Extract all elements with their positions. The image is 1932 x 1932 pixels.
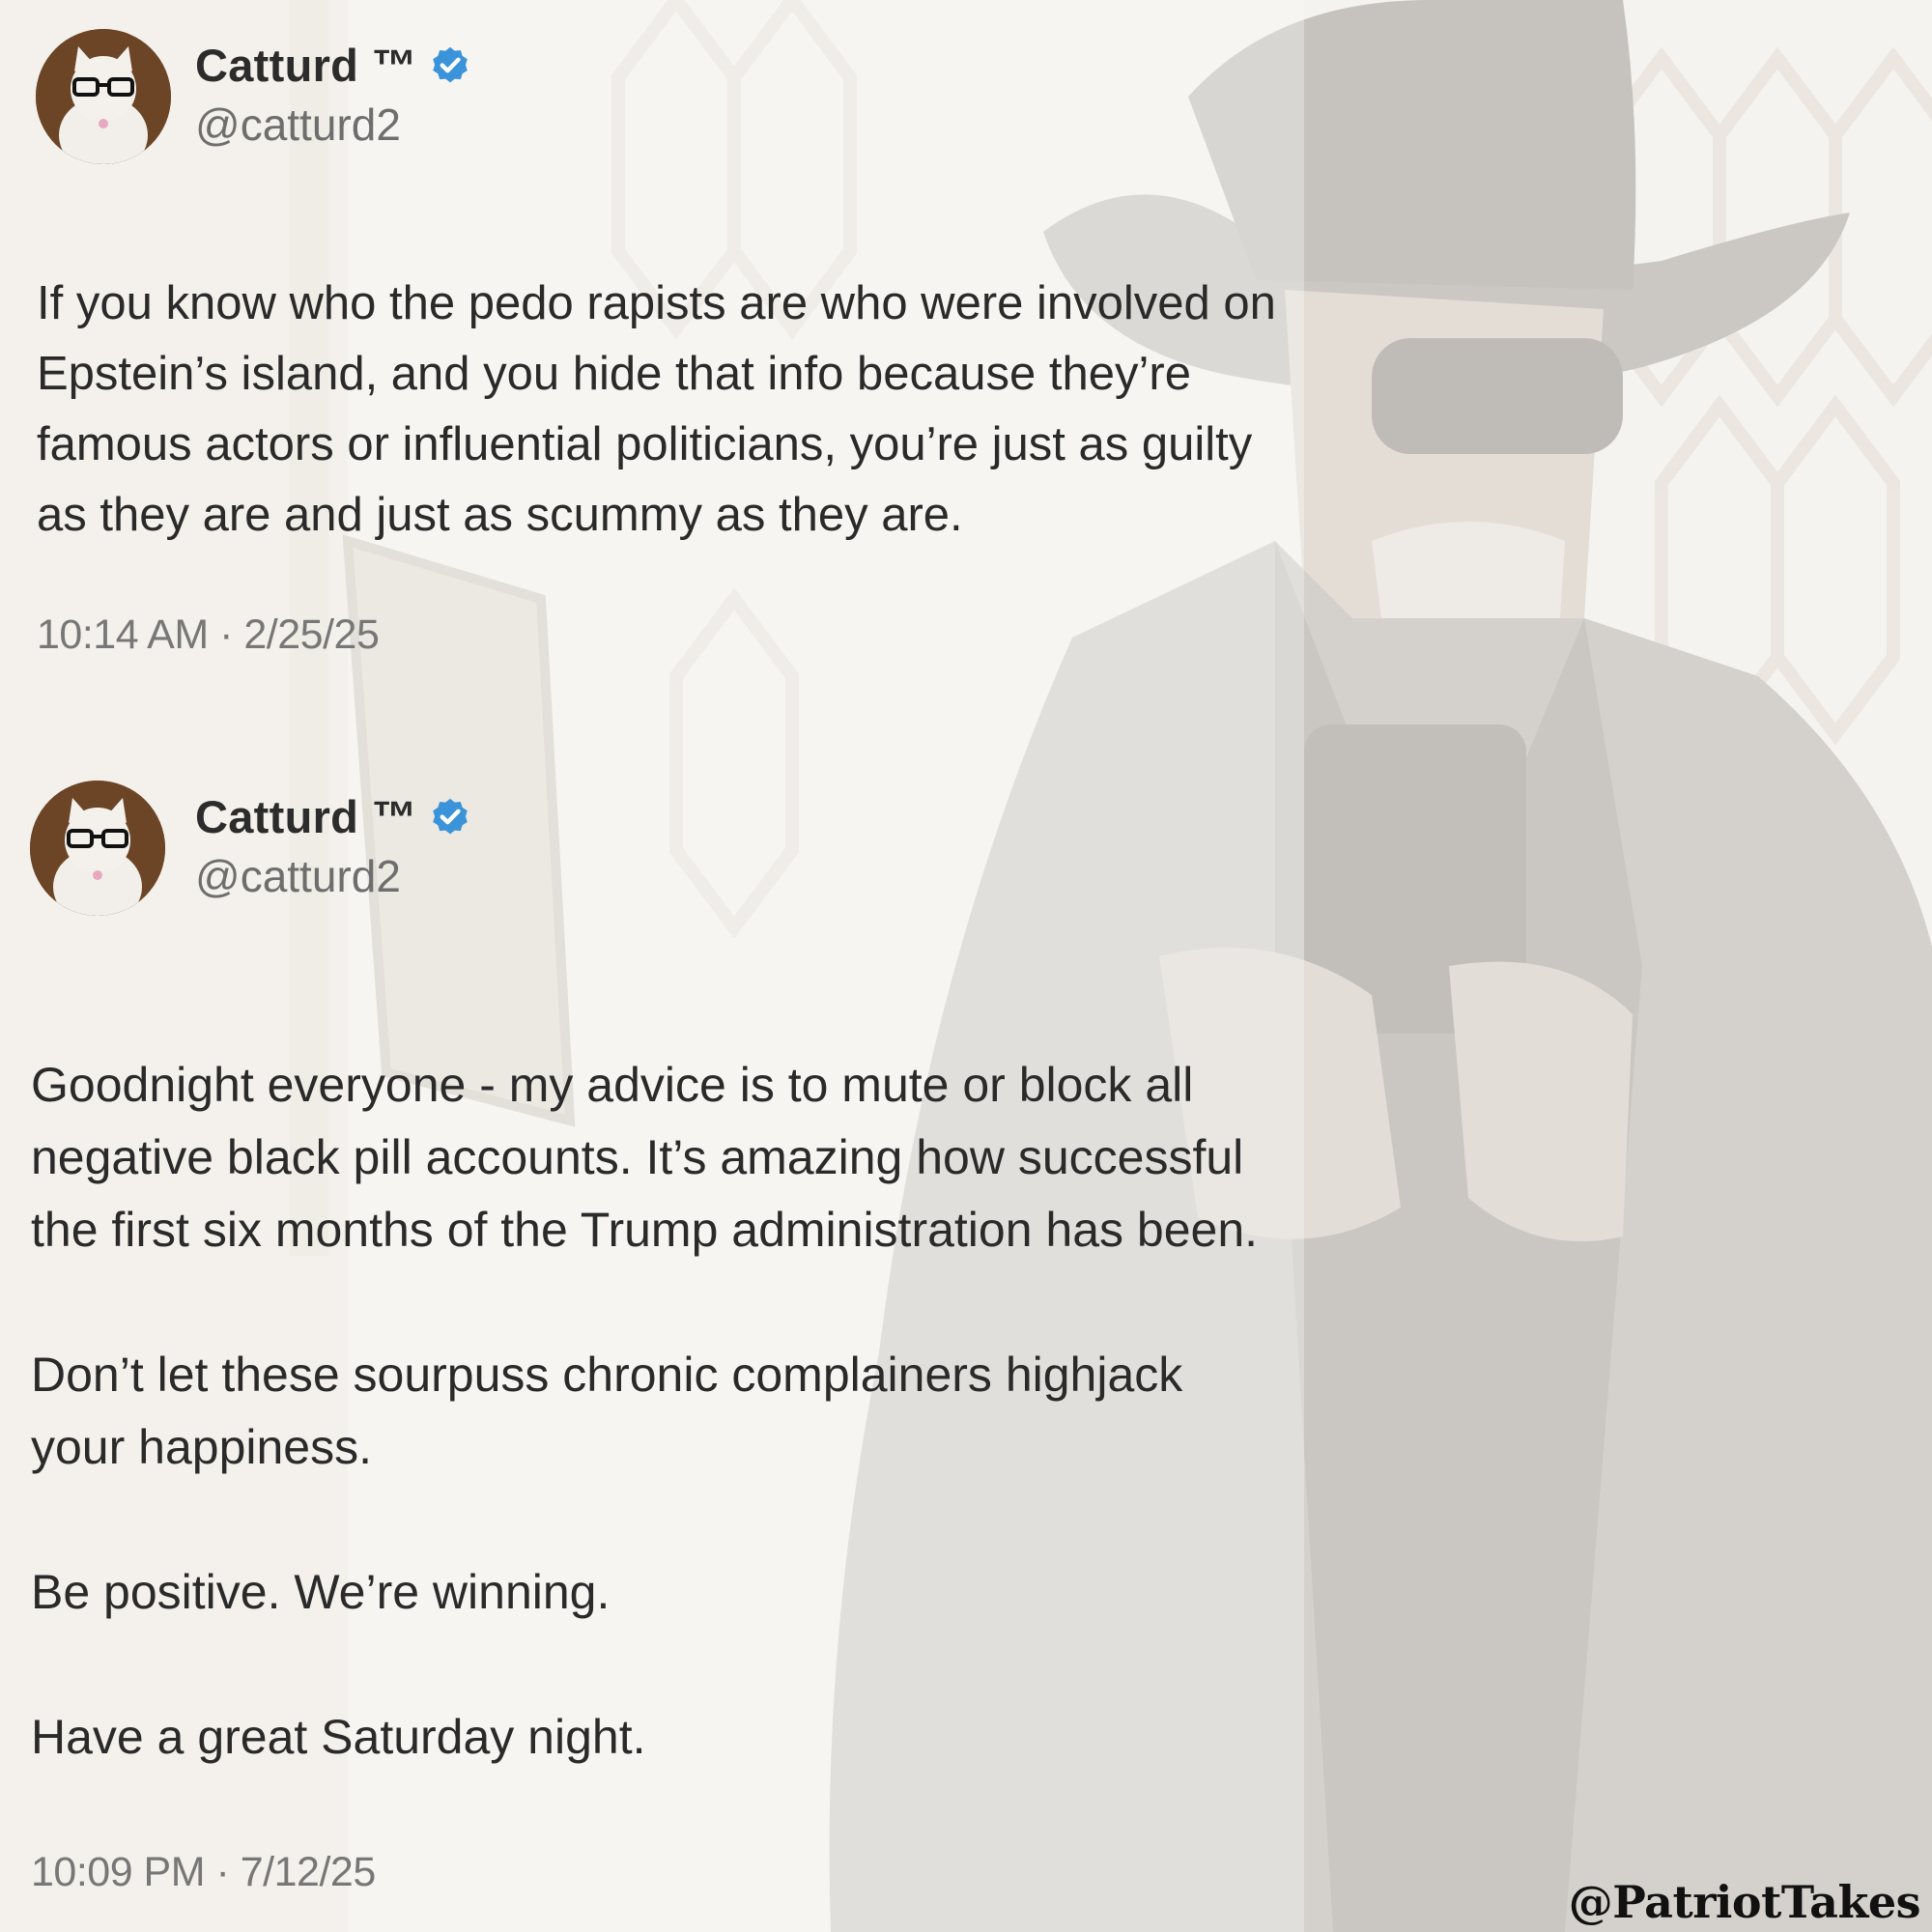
tweet-header: Catturd ™ @catturd2 — [0, 781, 1352, 925]
tweet-text: Goodnight everyone - my advice is to mut… — [31, 1049, 1287, 1774]
tweet-timestamp[interactable]: 10:09 PM · 7/12/25 — [31, 1849, 1352, 1896]
handle[interactable]: @catturd2 — [195, 850, 401, 902]
tweet-paragraph: Be positive. We’re winning. — [31, 1565, 611, 1619]
tweet-text: If you know who the pedo rapists are who… — [37, 277, 1276, 541]
tweet-timestamp[interactable]: 10:14 AM · 2/25/25 — [37, 611, 1352, 659]
tweet-card-1: Catturd ™ @catturd2 If you know who the … — [0, 29, 1352, 659]
verified-badge-icon — [433, 798, 468, 834]
avatar[interactable] — [30, 781, 165, 916]
cat-avatar-icon — [30, 781, 165, 916]
tweet-paragraph: Don’t let these sourpuss chronic complai… — [31, 1348, 1183, 1474]
tweet-paragraph: Have a great Saturday night. — [31, 1710, 646, 1764]
handle[interactable]: @catturd2 — [195, 99, 401, 151]
tweet-header: Catturd ™ @catturd2 — [0, 29, 1352, 174]
watermark: @PatriotTakes — [1568, 1876, 1921, 1928]
display-name[interactable]: Catturd ™ — [195, 790, 417, 843]
avatar[interactable] — [36, 29, 171, 164]
verified-badge-icon — [433, 46, 468, 82]
tweet-card-2: Catturd ™ @catturd2 Goodnight everyone -… — [0, 781, 1352, 1896]
tweet-paragraph: Goodnight everyone - my advice is to mut… — [31, 1058, 1259, 1257]
display-name[interactable]: Catturd ™ — [195, 39, 417, 92]
cat-avatar-icon — [36, 29, 171, 164]
